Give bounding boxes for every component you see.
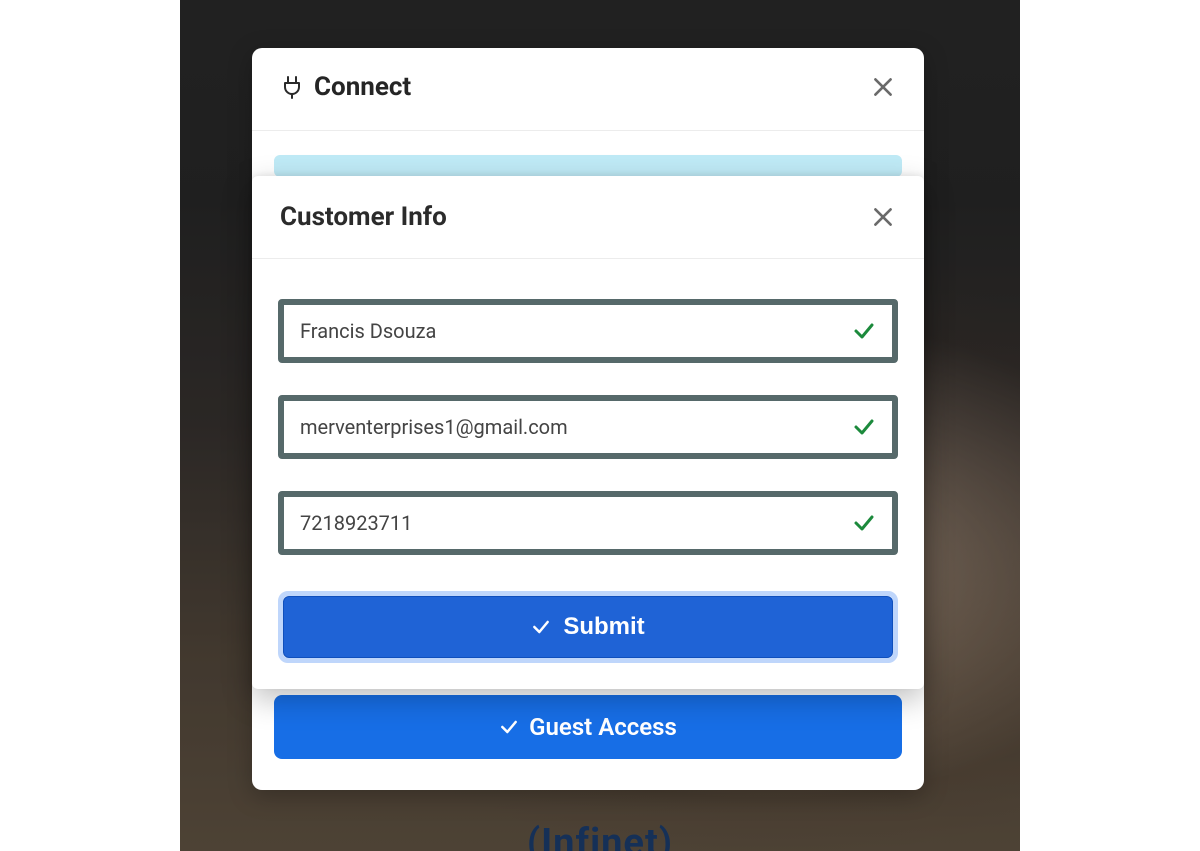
plug-icon — [280, 74, 304, 100]
customer-info-modal: Customer Info — [252, 176, 924, 689]
phone-field-wrap — [278, 491, 898, 555]
check-icon — [852, 415, 876, 439]
check-icon — [499, 717, 519, 737]
name-field-wrap — [278, 299, 898, 363]
name-input[interactable] — [284, 305, 892, 357]
check-icon — [852, 319, 876, 343]
check-icon — [852, 511, 876, 535]
customer-modal-body: Submit — [252, 259, 924, 689]
email-field-wrap — [278, 395, 898, 459]
info-banner — [274, 155, 902, 177]
submit-button[interactable]: Submit — [283, 596, 893, 658]
guest-access-label: Guest Access — [529, 713, 677, 741]
guest-access-button[interactable]: Guest Access — [274, 695, 902, 759]
viewport: (Infinet) Connect — [0, 0, 1200, 851]
connect-modal-title: Connect — [280, 72, 411, 102]
connect-modal-header: Connect — [252, 48, 924, 131]
email-input[interactable] — [284, 401, 892, 453]
customer-modal-title: Customer Info — [280, 202, 447, 232]
submit-focus-ring: Submit — [278, 591, 898, 663]
check-icon — [531, 617, 551, 637]
customer-close-button[interactable] — [870, 204, 896, 230]
connect-close-button[interactable] — [870, 74, 896, 100]
connect-title-text: Connect — [314, 72, 411, 102]
customer-modal-header: Customer Info — [252, 176, 924, 259]
submit-label: Submit — [563, 613, 644, 641]
phone-input[interactable] — [284, 497, 892, 549]
brand-logo-text: (Infinet) — [527, 821, 673, 851]
